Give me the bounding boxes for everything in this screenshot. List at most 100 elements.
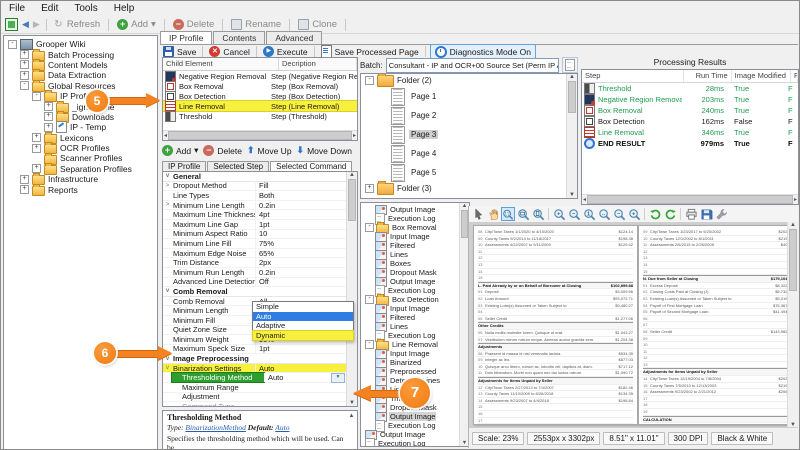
help-type-link[interactable]: BinarizationMethod <box>185 423 245 432</box>
tab-advanced[interactable]: Advanced <box>266 31 322 44</box>
batch-combobox[interactable]: Consultant - IP and OCR+00 Source Set (P… <box>386 58 559 73</box>
step-toolbar-add[interactable]: Add▾ <box>162 145 198 156</box>
batch-page-4[interactable]: Page 4 <box>361 144 577 163</box>
rotate-ccw-icon[interactable] <box>648 207 662 221</box>
step-toolbar-move-up[interactable]: ⬆Move Up <box>247 145 292 156</box>
property-row-minimum-line-fill[interactable]: Minimum Line Fill75% <box>163 239 357 249</box>
tree-expander-icon[interactable]: + <box>20 175 29 184</box>
menu-help[interactable]: Help <box>106 3 143 14</box>
sidebar-item-global-resources[interactable]: -Global Resources <box>4 81 157 91</box>
batch-page-1[interactable]: Page 1 <box>361 87 577 106</box>
property-row-maximum-edge-noise[interactable]: Maximum Edge Noise65% <box>163 249 357 259</box>
sidebar-item-ocr-profiles[interactable]: +OCR Profiles <box>4 143 157 153</box>
property-row-image-preprocessing[interactable]: vImage Preprocessing <box>163 354 357 364</box>
property-row-advanced-line-detection[interactable]: Advanced Line DetectionOff <box>163 278 357 288</box>
column-decription[interactable]: Decription <box>279 58 357 70</box>
tree-expander-icon[interactable]: - <box>32 92 41 101</box>
tree-expander-icon[interactable]: + <box>20 50 29 59</box>
dropdown-option-auto[interactable]: Auto <box>253 312 353 322</box>
tree-expander-icon[interactable]: - <box>20 81 29 90</box>
property-row-dropout-method[interactable]: >Dropout MethodFill <box>163 182 357 192</box>
zoom-minus-icon[interactable]: − <box>612 207 626 221</box>
sidebar-item-lexicons[interactable]: +Lexicons <box>4 133 157 143</box>
save-icon[interactable] <box>699 207 713 221</box>
page-thumbnail[interactable] <box>391 107 405 125</box>
zoom-page-icon[interactable] <box>531 207 545 221</box>
property-row-maximum-line-gap[interactable]: Maximum Line Gap1pt <box>163 220 357 230</box>
tab-selected-command[interactable]: Selected Command <box>270 161 352 171</box>
property-row-maximum-speck-size[interactable]: Maximum Speck Size1pt <box>163 345 357 355</box>
help-scrollbar[interactable]: ▲▼ <box>347 413 356 450</box>
sidebar-item-scanner-profiles[interactable]: Scanner Profiles <box>4 153 157 163</box>
tree-expander-icon[interactable]: - <box>365 223 374 232</box>
page-thumbnail[interactable] <box>391 164 405 182</box>
zoom-window-icon[interactable] <box>516 207 530 221</box>
tree-expander-icon[interactable]: + <box>365 184 374 193</box>
property-row-line-types[interactable]: Line TypesBoth <box>163 191 357 201</box>
result-row-negative-region-removal[interactable]: Negative Region Removal203msTrueF <box>582 94 798 105</box>
step-toolbar-move-down[interactable]: ⬇Move Down <box>297 145 352 156</box>
property-expander-icon[interactable]: > <box>163 183 172 189</box>
tab-ip-profile[interactable]: IP Profile <box>162 161 206 171</box>
forward-icon[interactable]: ▶ <box>33 19 40 30</box>
settings-icon[interactable] <box>714 207 728 221</box>
print-icon[interactable] <box>684 207 698 221</box>
hand-icon[interactable] <box>486 207 500 221</box>
result-row-box-detection[interactable]: Box Detection162msFalseF <box>582 116 798 127</box>
tree-expander-icon[interactable]: + <box>32 144 41 153</box>
column-child-element[interactable]: Child Element <box>163 58 279 70</box>
toolbar-button-rename[interactable]: Rename <box>231 19 281 30</box>
sidebar-item-ip-temp[interactable]: +IP - Temp <box>4 122 157 132</box>
zoom-rect-icon[interactable] <box>501 207 515 221</box>
property-row-minimum-aspect-ratio[interactable]: Minimum Aspect Ratio10 <box>163 230 357 240</box>
tree-expander-icon[interactable]: - <box>365 295 374 304</box>
tab-ip-profile[interactable]: IP Profile <box>160 31 212 45</box>
column-clipped[interactable]: F <box>791 70 798 82</box>
pointer-icon[interactable] <box>471 207 485 221</box>
batch-folder-folder-2[interactable]: -Folder (2) <box>361 74 577 87</box>
dropdown-option-adaptive[interactable]: Adaptive <box>253 321 353 331</box>
tree-expander-icon[interactable]: - <box>8 40 17 49</box>
column-image-modified[interactable]: Image Modified <box>732 70 791 82</box>
tree-expander-icon[interactable]: - <box>365 76 374 85</box>
tree-expander-icon[interactable]: + <box>32 164 41 173</box>
diag-item-execution-log[interactable]: Execution Log <box>361 421 469 430</box>
dropdown-option-simple[interactable]: Simple <box>253 302 353 312</box>
child-element-row-negative-region-removal[interactable]: Negative Region RemovalStep (Negative Re… <box>163 71 357 81</box>
sidebar-item-reports[interactable]: +Reports <box>4 184 157 194</box>
zoom-actual-icon[interactable]: 1 <box>582 207 596 221</box>
sidebar-item-data-extraction[interactable]: +Data Extraction <box>4 70 157 80</box>
zoom-in-icon[interactable]: + <box>552 207 566 221</box>
menu-file[interactable]: File <box>1 3 33 14</box>
zoom-plus-icon[interactable]: + <box>627 207 641 221</box>
child-element-row-box-removal[interactable]: Box RemovalStep (Box Removal) <box>163 81 357 91</box>
child-element-row-threshold[interactable]: ThresholdStep (Threshold) <box>163 111 357 121</box>
toolbar-button-add[interactable]: Add▾ <box>117 19 156 30</box>
property-row-maximum-range[interactable]: Maximum Range <box>163 383 357 393</box>
column-run-time[interactable]: Run Time <box>684 70 732 82</box>
tree-expander-icon[interactable]: + <box>32 133 41 142</box>
property-expander-icon[interactable]: v <box>163 365 172 371</box>
viewer-canvas[interactable]: 08City/Town Taxes 1/1/2020 to 4/15/2020$… <box>469 222 798 428</box>
batch-page-2[interactable]: Page 2 <box>361 106 577 125</box>
document-page-left[interactable]: 08City/Town Taxes 1/1/2020 to 4/15/2020$… <box>473 225 638 425</box>
result-row-threshold[interactable]: Threshold28msTrueF <box>582 83 798 94</box>
tree-expander-icon[interactable]: + <box>44 102 53 111</box>
zoom-out-icon[interactable]: − <box>567 207 581 221</box>
document-page-right[interactable]: 09City/Town Taxes 1/23/2017 to 9/20/2002… <box>638 225 798 425</box>
sidebar-item-infrastructure[interactable]: +Infrastructure <box>4 174 157 184</box>
tree-expander-icon[interactable]: - <box>365 340 374 349</box>
tree-expander-icon[interactable]: + <box>44 112 53 121</box>
column-step[interactable]: Step <box>582 70 684 82</box>
help-default-link[interactable]: Auto <box>275 423 289 432</box>
batch-folder-folder-3[interactable]: +Folder (3) <box>361 182 577 195</box>
sidebar-item-separation-profiles[interactable]: +Separation Profiles <box>4 164 157 174</box>
batch-page-5[interactable]: Page 5 <box>361 163 577 182</box>
combo-dropdown-button[interactable]: ▼ <box>331 373 345 383</box>
property-row-minimum-line-length[interactable]: >Minimum Line Length0.2in <box>163 201 357 211</box>
tree-expander-icon[interactable]: + <box>20 60 29 69</box>
rotate-cw-icon[interactable] <box>663 207 677 221</box>
command-execute[interactable]: Execute <box>261 46 310 57</box>
viewer-vscrollbar[interactable]: ▲▼ <box>787 222 798 428</box>
toolbar-button-delete[interactable]: Delete <box>173 19 214 30</box>
